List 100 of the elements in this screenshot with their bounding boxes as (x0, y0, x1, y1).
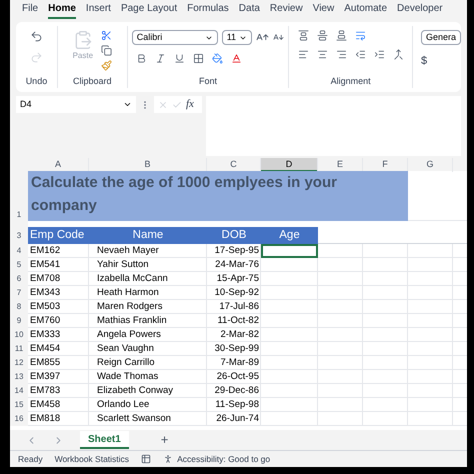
row-header[interactable]: 6 (10, 272, 28, 286)
currency-button[interactable]: $ (421, 53, 462, 70)
group-label: Undo (26, 74, 48, 88)
ribbon-tab[interactable]: Data (238, 1, 260, 19)
row-header[interactable]: 7 (10, 286, 28, 300)
table-cell: Heath Harmon (89, 286, 207, 300)
ribbon-tab[interactable]: Home (48, 1, 76, 19)
borders-icon[interactable] (192, 53, 204, 64)
table-cell: EM397 (28, 370, 89, 384)
header-cell: Emp Code (28, 227, 89, 244)
ribbon-tab[interactable]: Developer (397, 1, 443, 19)
ribbon-tab[interactable]: Automate (344, 1, 388, 19)
column-header[interactable]: D (261, 158, 318, 172)
table-cell: Wade Thomas (89, 370, 207, 384)
row-header[interactable]: 13 (10, 370, 28, 384)
row-header[interactable]: 1 (10, 171, 28, 221)
table-cell: Reign Carrillo (89, 356, 207, 370)
font-color-icon[interactable] (230, 53, 242, 64)
table-cell: EM783 (28, 384, 89, 398)
active-cell[interactable] (261, 244, 318, 258)
row-header[interactable]: 4 (10, 244, 28, 258)
sheet-tab[interactable]: Sheet1 (80, 431, 129, 449)
table-cell: EM162 (28, 244, 89, 258)
row-header[interactable]: 10 (10, 328, 28, 342)
table-cell: 26-Jun-74 (207, 412, 261, 426)
underline-icon[interactable] (174, 53, 185, 64)
header-cell: Name (89, 227, 207, 244)
table-cell: Scarlett Swanson (89, 412, 207, 426)
table-cell: 29-Dec-86 (207, 384, 261, 398)
format-painter-icon[interactable] (101, 60, 112, 71)
ribbon-tab[interactable]: Page Layout (120, 1, 178, 19)
table-cell: 26-Oct-95 (207, 370, 261, 384)
italic-icon[interactable] (154, 53, 166, 64)
status-text[interactable]: Workbook Statistics (54, 452, 130, 466)
decrease-indent-icon[interactable] (354, 49, 366, 60)
group-label: Clipboard (73, 74, 112, 88)
table-cell: 11-Oct-82 (207, 314, 261, 328)
cut-icon[interactable] (101, 30, 112, 41)
undo-icon[interactable] (30, 30, 43, 43)
header-cell: DOB (207, 227, 261, 244)
group-label: Alignment (330, 74, 371, 88)
table-cell: 24-Mar-76 (207, 258, 261, 272)
status-text: Ready (18, 452, 43, 466)
align-bottom-icon[interactable] (336, 30, 347, 41)
table-cell: 7-Mar-89 (207, 356, 261, 370)
table-cell: Sean Vaughn (89, 342, 207, 356)
align-middle-icon[interactable] (316, 30, 328, 41)
header-cell: Age (261, 227, 318, 244)
row-header[interactable]: 3 (10, 227, 28, 244)
table-cell: 30-Sep-99 (207, 342, 261, 356)
table-cell: EM333 (28, 328, 89, 342)
row-header[interactable]: 9 (10, 314, 28, 328)
table-cell: Orlando Lee (89, 398, 207, 412)
row-header[interactable]: 12 (10, 356, 28, 370)
table-cell: 17-Sep-95 (207, 244, 261, 258)
font-size-field[interactable]: 11 (222, 30, 252, 45)
column-header[interactable]: G (408, 158, 453, 172)
title-cell: Calculate the age of 1000 emplyees in your company (28, 171, 408, 221)
table-cell: EM343 (28, 286, 89, 300)
row-header[interactable]: 16 (10, 412, 28, 426)
font-name-field[interactable]: Calibri (132, 30, 218, 45)
row-header[interactable]: 11 (10, 342, 28, 356)
table-cell: EM708 (28, 272, 89, 286)
fill-color-icon[interactable] (212, 53, 223, 64)
row-header[interactable]: 15 (10, 398, 28, 412)
row-header[interactable]: 5 (10, 258, 28, 272)
ribbon-tab[interactable]: Formulas (187, 1, 229, 19)
bold-icon[interactable] (136, 53, 147, 64)
number-format-field[interactable]: Genera (421, 30, 462, 45)
row-header[interactable]: 14 (10, 384, 28, 398)
increase-indent-icon[interactable] (374, 49, 385, 60)
table-cell: Angela Powers (89, 328, 207, 342)
accessibility-icon[interactable] (163, 454, 174, 464)
add-sheet-button[interactable]: + (160, 430, 168, 450)
status-text[interactable]: Accessibility: Good to go (177, 452, 270, 466)
table-cell: 11-Sep-98 (207, 398, 261, 412)
ribbon-tab[interactable]: Insert (86, 1, 111, 19)
ribbon-tab[interactable]: View (312, 1, 334, 19)
table-cell: EM503 (28, 300, 89, 314)
group-label: Font (199, 74, 218, 88)
align-top-icon[interactable] (298, 30, 309, 41)
row-header[interactable]: 8 (10, 300, 28, 314)
table-cell: EM818 (28, 412, 89, 426)
align-left-icon[interactable] (298, 49, 309, 60)
insert-function-button[interactable]: fx (186, 96, 194, 113)
table-cell: Mathias Franklin (89, 314, 207, 328)
align-right-icon[interactable] (336, 49, 347, 60)
wrap-text-icon[interactable] (354, 30, 366, 41)
align-center-icon[interactable] (316, 49, 328, 60)
table-cell: Elizabeth Conway (89, 384, 207, 398)
table-cell: Nevaeh Mayer (89, 244, 207, 258)
table-cell: EM454 (28, 342, 89, 356)
name-box[interactable]: D4 (16, 96, 136, 113)
copy-icon[interactable] (101, 45, 112, 56)
table-cell: EM760 (28, 314, 89, 328)
table-cell: 15-Apr-75 (207, 272, 261, 286)
ribbon-tab[interactable]: Review (270, 1, 303, 19)
table-cell: 10-Sep-92 (207, 286, 261, 300)
merge-icon[interactable] (392, 49, 404, 60)
ribbon-tab[interactable]: File (22, 1, 38, 19)
